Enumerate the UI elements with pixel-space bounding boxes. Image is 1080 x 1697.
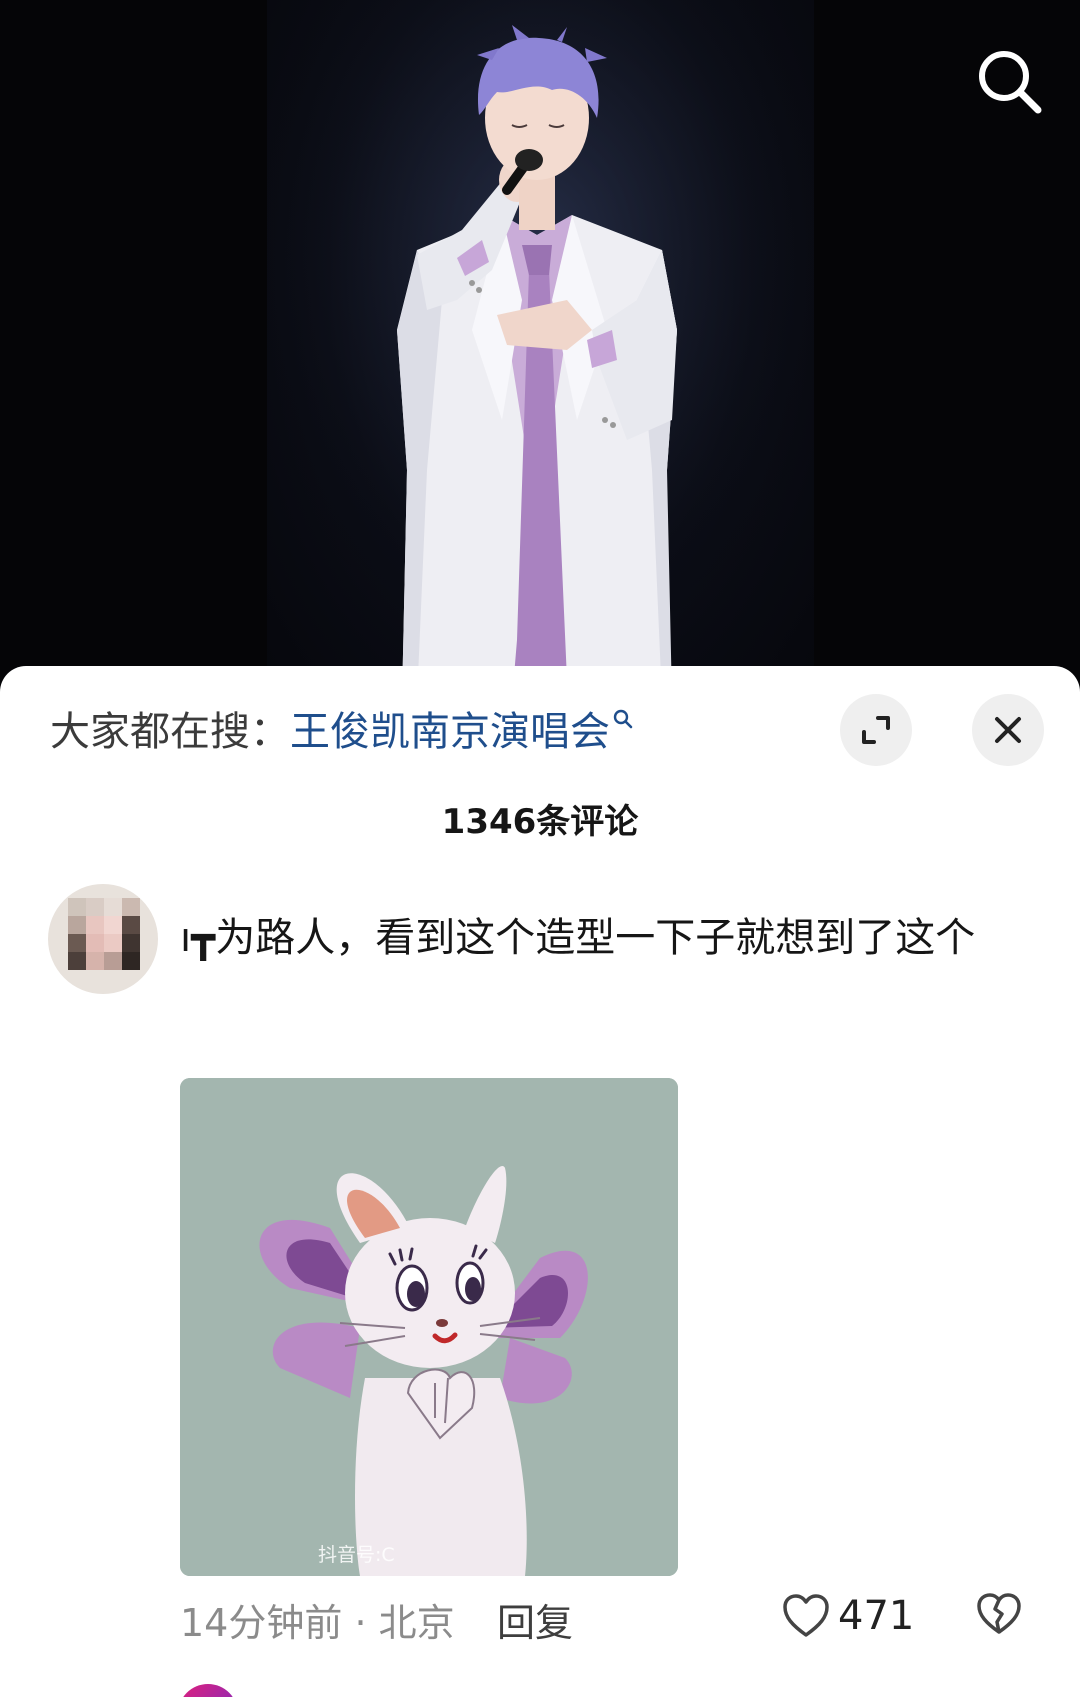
- comment-meta: 14分钟前 · 北京: [180, 1592, 455, 1647]
- comment-time: 14分钟前: [180, 1601, 343, 1645]
- video-player[interactable]: [0, 0, 1080, 700]
- close-button[interactable]: [972, 694, 1044, 766]
- comment-location: 北京: [378, 1601, 455, 1645]
- singer-illustration: [267, 0, 814, 700]
- trending-search-suggestion: 大家都在搜：王俊凯南京演唱会: [50, 704, 634, 760]
- comment-text: ı┳为路人，看到这个造型一下子就想到了这个: [180, 915, 976, 961]
- meta-separator: ·: [342, 1601, 379, 1645]
- dislike-button[interactable]: [976, 1592, 1022, 1640]
- comment-image[interactable]: 抖音号:C: [180, 1078, 678, 1576]
- user-avatar[interactable]: [48, 884, 158, 994]
- next-comment-preview: [178, 1678, 778, 1697]
- cartoon-cat-illustration: [180, 1078, 678, 1576]
- comments-sheet: 大家都在搜：王俊凯南京演唱会 1346条评论 ı┳为路人，看到这个造型一下子就想…: [0, 666, 1080, 1697]
- image-watermark: 抖音号:C: [318, 1544, 395, 1566]
- reply-button[interactable]: 回复: [497, 1592, 573, 1647]
- heart-outline-icon: [783, 1594, 829, 1637]
- search-button[interactable]: [972, 44, 1048, 120]
- like-count: 471: [838, 1593, 915, 1639]
- small-search-icon: [613, 709, 633, 729]
- trending-search-query-link[interactable]: 王俊凯南京演唱会: [290, 709, 610, 755]
- video-frame: [267, 0, 814, 700]
- comment-count-title: 1346条评论: [441, 802, 639, 842]
- expand-button[interactable]: [840, 694, 912, 766]
- search-icon: [979, 51, 1042, 114]
- trending-search-prefix: 大家都在搜：: [50, 709, 290, 755]
- close-icon: [995, 717, 1021, 743]
- like-button[interactable]: 471: [782, 1590, 914, 1642]
- broken-heart-icon: [977, 1593, 1021, 1634]
- next-comment-avatar: [178, 1684, 238, 1697]
- expand-icon: [862, 716, 890, 744]
